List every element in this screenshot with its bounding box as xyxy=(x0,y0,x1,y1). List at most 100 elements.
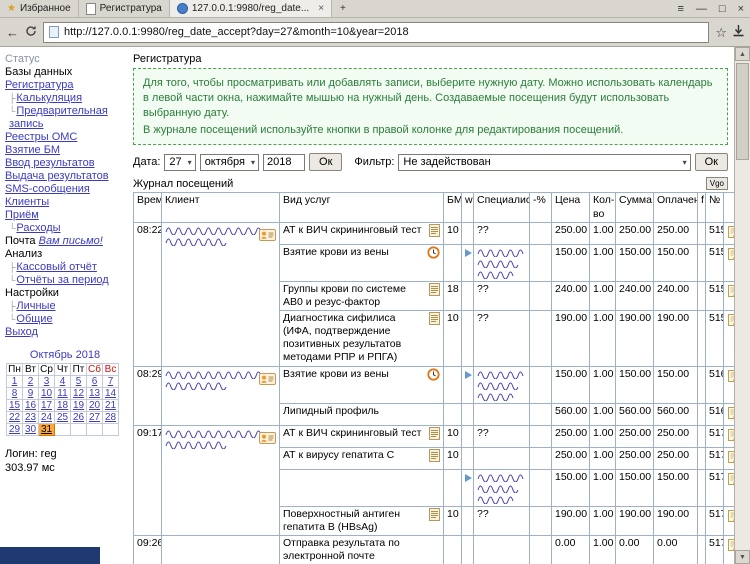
close-tab-icon[interactable]: × xyxy=(318,3,324,14)
client-card-button[interactable] xyxy=(259,427,276,450)
sidebar-item-label[interactable]: SMS-сообщения xyxy=(5,183,90,195)
url-field[interactable]: http://127.0.0.1:9980/reg_date_accept?da… xyxy=(43,22,709,43)
vgo-button[interactable]: Vgo xyxy=(706,177,728,190)
calendar-day-cell[interactable]: 8 xyxy=(7,388,23,400)
day-select[interactable]: 27 ▾ xyxy=(164,154,195,171)
calendar-day-link[interactable]: 27 xyxy=(89,412,100,423)
sidebar-item-label[interactable]: Предварительная запись xyxy=(9,105,108,130)
calendar-day-link[interactable]: 17 xyxy=(41,400,52,411)
calendar-day-link[interactable]: 22 xyxy=(9,412,20,423)
new-tab-button[interactable]: + xyxy=(332,0,354,17)
sidebar-item-label[interactable]: Клиенты xyxy=(5,196,49,208)
sidebar-item-label[interactable]: Выход xyxy=(5,326,38,338)
calendar-day-cell[interactable]: 25 xyxy=(55,412,71,424)
calendar-day-link[interactable]: 12 xyxy=(73,388,84,399)
edit-visit-button[interactable] xyxy=(727,471,734,486)
calendar-day-link[interactable]: 6 xyxy=(92,376,98,387)
sidebar-item-priyom[interactable]: Приём xyxy=(5,209,125,222)
calendar-day-cell[interactable]: 7 xyxy=(103,376,119,388)
sidebar-item-lichnye[interactable]: ├Личные xyxy=(5,300,125,313)
calendar-day-link[interactable]: 2 xyxy=(28,376,34,387)
calendar-day-cell[interactable]: 5 xyxy=(71,376,87,388)
calendar-day-link[interactable]: 20 xyxy=(89,400,100,411)
calendar-day-cell[interactable]: 2 xyxy=(23,376,39,388)
download-icon[interactable] xyxy=(733,25,744,39)
calendar-day-link[interactable]: 28 xyxy=(105,412,116,423)
calendar-title[interactable]: Октябрь 2018 xyxy=(5,349,125,361)
reload-button[interactable] xyxy=(25,25,37,39)
sidebar-item-label[interactable]: Регистратура xyxy=(5,79,73,91)
sidebar-item-label[interactable]: Приём xyxy=(5,209,39,221)
calendar-day-link[interactable]: 24 xyxy=(41,412,52,423)
calendar-day-cell[interactable]: 30 xyxy=(23,424,39,436)
calendar-day-cell[interactable]: 1 xyxy=(7,376,23,388)
calendar-day-cell[interactable]: 26 xyxy=(71,412,87,424)
calendar-day-cell[interactable]: 22 xyxy=(7,412,23,424)
sidebar-item-label[interactable]: Выдача результатов xyxy=(5,170,109,182)
edit-visit-button[interactable] xyxy=(727,246,734,261)
calendar-day-cell[interactable]: 24 xyxy=(39,412,55,424)
calendar-day-link[interactable]: 23 xyxy=(25,412,36,423)
calendar-day-cell[interactable]: 16 xyxy=(23,400,39,412)
calendar-day-cell[interactable]: 23 xyxy=(23,412,39,424)
calendar-day-link[interactable]: 30 xyxy=(25,424,36,435)
calendar-day-link[interactable]: 4 xyxy=(60,376,66,387)
sidebar-item-label[interactable]: Взятие БМ xyxy=(5,144,60,156)
calendar-day-cell[interactable]: 19 xyxy=(71,400,87,412)
month-select[interactable]: октября ▾ xyxy=(200,154,259,171)
calendar-day-cell[interactable]: 13 xyxy=(87,388,103,400)
sidebar-item-reestry-oms[interactable]: Реестры ОМС xyxy=(5,131,125,144)
calendar-day-cell[interactable]: 6 xyxy=(87,376,103,388)
sidebar-item-kalkulyaciya[interactable]: ├Калькуляция xyxy=(5,92,125,105)
date-ok-button[interactable]: Ок xyxy=(309,153,342,171)
calendar-day-link[interactable]: 9 xyxy=(28,388,34,399)
calendar-day-cell[interactable]: 9 xyxy=(23,388,39,400)
sidebar-item-klienty[interactable]: Клиенты xyxy=(5,196,125,209)
calendar-day-link[interactable]: 11 xyxy=(57,388,67,399)
back-button[interactable]: ← xyxy=(6,26,19,39)
calendar-day-cell[interactable]: 20 xyxy=(87,400,103,412)
calendar-day-cell[interactable]: 31 xyxy=(39,424,55,436)
edit-visit-button[interactable] xyxy=(727,449,734,464)
minimize-button[interactable]: — xyxy=(690,0,713,17)
calendar-day-link[interactable]: 25 xyxy=(57,412,68,423)
edit-visit-button[interactable] xyxy=(727,283,734,298)
scroll-thumb[interactable] xyxy=(736,63,749,160)
calendar-day-link[interactable]: 5 xyxy=(76,376,82,387)
filter-select[interactable]: Не задействован ▾ xyxy=(398,154,690,171)
scroll-down-icon[interactable]: ▼ xyxy=(735,550,750,564)
edit-visit-button[interactable] xyxy=(727,224,734,239)
calendar-day-cell[interactable]: 3 xyxy=(39,376,55,388)
edit-visit-button[interactable] xyxy=(727,508,734,523)
calendar-day-link[interactable]: 14 xyxy=(105,388,116,399)
sidebar-item-label[interactable]: Расходы xyxy=(16,222,60,234)
maximize-button[interactable]: □ xyxy=(713,0,732,17)
calendar-day-link[interactable]: 31 xyxy=(41,424,52,435)
edit-visit-button[interactable] xyxy=(727,312,734,327)
calendar-day-cell[interactable]: 17 xyxy=(39,400,55,412)
tab-active-reg-date[interactable]: 127.0.0.1:9980/reg_date... × xyxy=(170,0,332,17)
sidebar-item-vzyatie-bm[interactable]: Взятие БМ xyxy=(5,144,125,157)
calendar-day-link[interactable]: 3 xyxy=(44,376,50,387)
edit-visit-button[interactable] xyxy=(727,368,734,383)
calendar-day-cell[interactable]: 11 xyxy=(55,388,71,400)
calendar-day-cell[interactable]: 27 xyxy=(87,412,103,424)
sidebar-item-vvod-rezultatov[interactable]: Ввод результатов xyxy=(5,157,125,170)
mail-link[interactable]: Вам письмо! xyxy=(39,235,103,247)
sidebar-item-label[interactable]: Ввод результатов xyxy=(5,157,95,169)
calendar-day-link[interactable]: 8 xyxy=(12,388,18,399)
calendar-day-cell[interactable]: 18 xyxy=(55,400,71,412)
calendar-day-link[interactable]: 15 xyxy=(9,400,20,411)
edit-visit-button[interactable] xyxy=(727,405,734,420)
calendar-day-link[interactable]: 21 xyxy=(105,400,116,411)
tab-registratura[interactable]: Регистратура xyxy=(79,0,170,17)
calendar-day-cell[interactable]: 4 xyxy=(55,376,71,388)
sidebar-item-label[interactable]: Личные xyxy=(16,300,55,312)
edit-visit-button[interactable] xyxy=(727,537,734,552)
vertical-scrollbar[interactable]: ▲ ▼ xyxy=(734,47,750,564)
calendar-day-link[interactable]: 13 xyxy=(89,388,100,399)
sidebar-item-label[interactable]: Реестры ОМС xyxy=(5,131,77,143)
sidebar-item-otchyoty-za-period[interactable]: └Отчёты за период xyxy=(5,274,125,287)
sidebar-item-registratura[interactable]: Регистратура xyxy=(5,79,125,92)
year-input[interactable] xyxy=(263,154,305,171)
